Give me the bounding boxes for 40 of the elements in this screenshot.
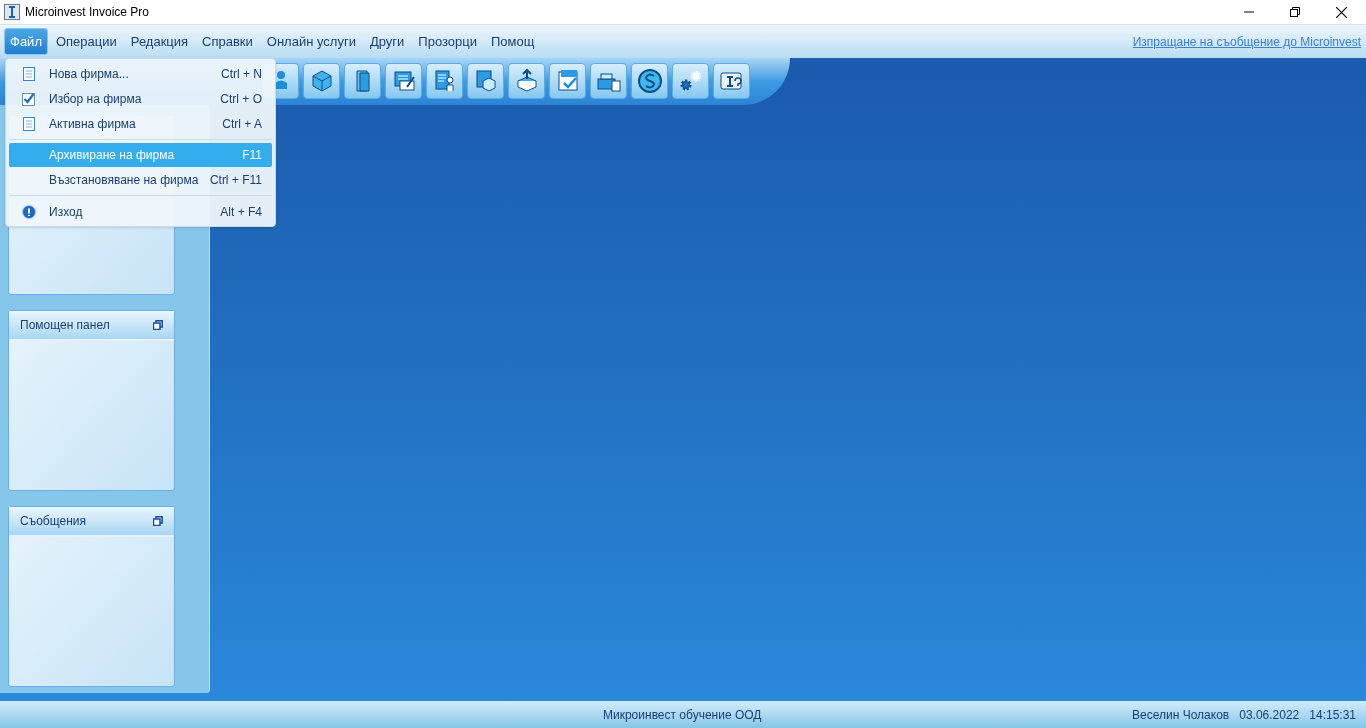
menu-entry[interactable]: Избор на фирма Ctrl + O <box>9 86 272 111</box>
menu-entry[interactable]: Изход Alt + F4 <box>9 199 272 224</box>
menu-item[interactable]: Помощ <box>485 27 541 56</box>
toolbar-button[interactable] <box>672 63 709 99</box>
document-icon <box>21 65 37 82</box>
panel-title: Съобщения <box>20 513 87 530</box>
window-title: Microinvest Invoice Pro <box>25 4 150 21</box>
menu-item[interactable]: Онлайн услуги <box>260 27 362 56</box>
status-company: Микроинвест обучение ООД <box>603 706 762 724</box>
toolbar-button[interactable] <box>426 63 463 99</box>
toolbar-button[interactable] <box>508 63 545 99</box>
checkbox-icon <box>21 90 37 107</box>
app-icon <box>4 4 20 20</box>
toolbar-button[interactable] <box>303 63 340 99</box>
status-user: Веселин Чолаков <box>1132 706 1230 724</box>
menu-item[interactable]: Редакция <box>124 27 195 56</box>
toolbar-button[interactable] <box>385 63 422 99</box>
restore-icon[interactable] <box>153 516 163 526</box>
status-time: 14:15:31 <box>1309 706 1356 724</box>
panel-title: Помощен панел <box>20 317 111 334</box>
menu-item[interactable]: Справки <box>196 27 259 56</box>
menu-item[interactable]: Прозорци <box>412 27 483 56</box>
toolbar-button[interactable] <box>713 63 750 99</box>
status-date: 03.06.2022 <box>1239 706 1300 724</box>
menu-item[interactable]: Операции <box>49 27 123 56</box>
toolbar-button[interactable] <box>549 63 586 99</box>
menu-entry[interactable]: Нова фирма... Ctrl + N <box>9 61 272 86</box>
document-icon <box>21 115 37 132</box>
restore-icon[interactable] <box>153 320 163 330</box>
close-icon[interactable] <box>1336 6 1347 18</box>
circle-logo-icon <box>635 67 664 95</box>
toolbar-button[interactable] <box>467 63 504 99</box>
menu-entry[interactable]: Възстановяване на фирма Ctrl + F11 <box>9 167 272 192</box>
restore-icon[interactable] <box>1290 7 1300 17</box>
menu-entry[interactable]: Активна фирма Ctrl + A <box>9 111 272 136</box>
info-icon <box>21 203 37 220</box>
menu-item[interactable]: Други <box>363 27 411 56</box>
toolbar-button[interactable] <box>344 63 381 99</box>
toolbar-button[interactable] <box>590 63 627 99</box>
toolbar-button[interactable] <box>631 63 668 99</box>
